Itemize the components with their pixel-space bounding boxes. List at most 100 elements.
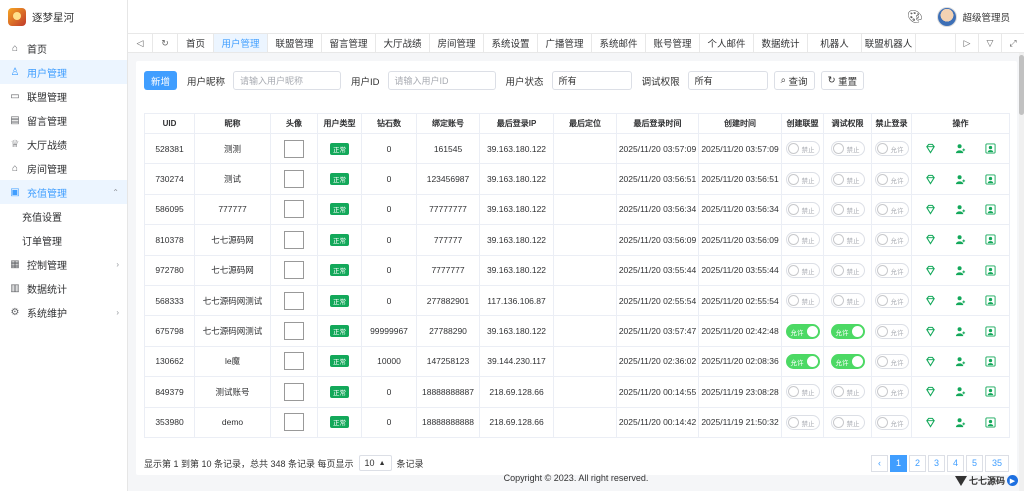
user-menu[interactable]: 超级管理员 [937, 6, 1010, 27]
status-select[interactable]: 所有 [551, 71, 632, 90]
user-add-icon[interactable] [951, 202, 969, 217]
user-add-icon[interactable] [951, 263, 969, 278]
toggle-switch[interactable]: 禁止 [830, 293, 865, 309]
sidebar-item-messages[interactable]: ▤ 留言管理 [0, 108, 127, 132]
diamond-icon[interactable] [922, 293, 940, 308]
tab-11[interactable]: 数据统计 [754, 34, 808, 52]
user-card-icon[interactable] [981, 232, 999, 247]
toggle-switch[interactable]: 禁止 [830, 232, 865, 248]
toggle-switch[interactable]: 允许 [874, 384, 909, 400]
diamond-icon[interactable] [922, 232, 940, 247]
toggle-switch[interactable]: 禁止 [785, 141, 820, 157]
sidebar-item-maintenance[interactable]: ⚙ 系统维护 › [0, 300, 127, 324]
user-add-icon[interactable] [951, 415, 969, 430]
toggle-switch[interactable]: 禁止 [830, 384, 865, 400]
sidebar-item-hall-records[interactable]: ♕ 大厅战绩 [0, 132, 127, 156]
user-card-icon[interactable] [981, 141, 999, 156]
toggle-switch[interactable]: 允许 [874, 293, 909, 309]
toggle-switch[interactable]: 禁止 [785, 293, 820, 309]
tab-9[interactable]: 账号管理 [646, 34, 700, 52]
user-card-icon[interactable] [981, 324, 999, 339]
toggle-switch[interactable]: 允许 [874, 141, 909, 157]
page-size-select[interactable]: 10 ▲ [358, 455, 392, 471]
user-add-icon[interactable] [951, 232, 969, 247]
tabs-scroll-left-icon[interactable]: ◁ [128, 34, 153, 52]
toggle-switch[interactable]: 禁止 [785, 171, 820, 187]
page-button-2[interactable]: 2 [909, 454, 926, 472]
page-button-1[interactable]: 1 [890, 454, 907, 472]
palette-icon[interactable]: 🎨︎ [907, 9, 924, 25]
nickname-input[interactable]: 请输入用户昵称 [233, 71, 342, 90]
sidebar-subitem-recharge-settings[interactable]: 充值设置 [0, 204, 127, 228]
fullscreen-icon[interactable]: ⤢ [1001, 34, 1024, 52]
scrollbar[interactable] [1019, 53, 1024, 491]
diamond-icon[interactable] [922, 263, 940, 278]
toggle-switch[interactable]: 禁止 [785, 201, 820, 217]
tab-7[interactable]: 广播管理 [538, 34, 592, 52]
toggle-switch[interactable]: 允许 [874, 353, 909, 369]
debug-select[interactable]: 所有 [687, 71, 768, 90]
diamond-icon[interactable] [922, 172, 940, 187]
tab-5[interactable]: 房间管理 [430, 34, 484, 52]
search-button[interactable]: ⌕ 查询 [773, 71, 815, 90]
diamond-icon[interactable] [922, 141, 940, 156]
toggle-switch[interactable]: 禁止 [830, 171, 865, 187]
toggle-switch[interactable]: 禁止 [785, 262, 820, 278]
toggle-switch[interactable]: 允许 [874, 414, 909, 430]
tab-0[interactable]: 首页 [178, 34, 214, 52]
toggle-switch[interactable]: 禁止 [830, 262, 865, 278]
diamond-icon[interactable] [922, 324, 940, 339]
toggle-switch[interactable]: 禁止 [830, 201, 865, 217]
toggle-switch[interactable]: 禁止 [785, 232, 820, 248]
toggle-switch[interactable]: 禁止 [785, 384, 820, 400]
toggle-switch[interactable]: 允许 [874, 232, 909, 248]
sidebar-item-alliance[interactable]: ▭ 联盟管理 [0, 84, 127, 108]
tab-12[interactable]: 机器人 [808, 34, 862, 52]
user-add-icon[interactable] [951, 141, 969, 156]
user-add-icon[interactable] [951, 384, 969, 399]
page-button-3[interactable]: 3 [928, 454, 945, 472]
user-card-icon[interactable] [981, 172, 999, 187]
user-card-icon[interactable] [981, 202, 999, 217]
uid-input[interactable]: 请输入用户ID [387, 71, 496, 90]
page-button-last[interactable]: 35 [985, 454, 1009, 472]
user-card-icon[interactable] [981, 263, 999, 278]
tabs-scroll-right-icon[interactable]: ▷ [955, 34, 978, 52]
diamond-icon[interactable] [922, 354, 940, 369]
toggle-switch[interactable]: 禁止 [830, 414, 865, 430]
toggle-switch[interactable]: 禁止 [830, 141, 865, 157]
tab-6[interactable]: 系统设置 [484, 34, 538, 52]
scrollbar-thumb[interactable] [1019, 55, 1024, 115]
add-button[interactable]: 新增 [144, 71, 178, 90]
toggle-switch[interactable]: 允许 [874, 323, 909, 339]
toggle-switch[interactable]: 允许 [874, 171, 909, 187]
tab-2[interactable]: 联盟管理 [268, 34, 322, 52]
user-card-icon[interactable] [981, 415, 999, 430]
sidebar-item-users[interactable]: ♙ 用户管理 [0, 60, 127, 84]
diamond-icon[interactable] [922, 415, 940, 430]
toggle-switch[interactable]: 禁止 [785, 414, 820, 430]
page-button-4[interactable]: 4 [947, 454, 964, 472]
user-card-icon[interactable] [981, 354, 999, 369]
toggle-switch[interactable]: 允许 [785, 323, 820, 339]
toggle-switch[interactable]: 允许 [785, 353, 820, 369]
tab-8[interactable]: 系统邮件 [592, 34, 646, 52]
sidebar-item-recharge[interactable]: ▣ 充值管理 ⌃ [0, 180, 127, 204]
toggle-switch[interactable]: 允许 [874, 201, 909, 217]
sidebar-item-stats[interactable]: ▥ 数据统计 [0, 276, 127, 300]
prev-page-button[interactable]: ‹ [871, 454, 888, 472]
tab-13[interactable]: 联盟机器人 [862, 34, 916, 52]
tabs-dropdown-icon[interactable]: ▽ [978, 34, 1001, 52]
user-add-icon[interactable] [951, 172, 969, 187]
reset-button[interactable]: ↻ 重置 [820, 71, 865, 90]
tab-3[interactable]: 留言管理 [322, 34, 376, 52]
toggle-switch[interactable]: 允许 [830, 353, 865, 369]
sidebar-subitem-orders[interactable]: 订单管理 [0, 228, 127, 252]
user-card-icon[interactable] [981, 384, 999, 399]
tab-10[interactable]: 个人邮件 [700, 34, 754, 52]
user-card-icon[interactable] [981, 293, 999, 308]
user-add-icon[interactable] [951, 293, 969, 308]
sidebar-item-rooms[interactable]: ⌂ 房间管理 [0, 156, 127, 180]
user-add-icon[interactable] [951, 324, 969, 339]
sidebar-item-control[interactable]: ▦ 控制管理 › [0, 252, 127, 276]
